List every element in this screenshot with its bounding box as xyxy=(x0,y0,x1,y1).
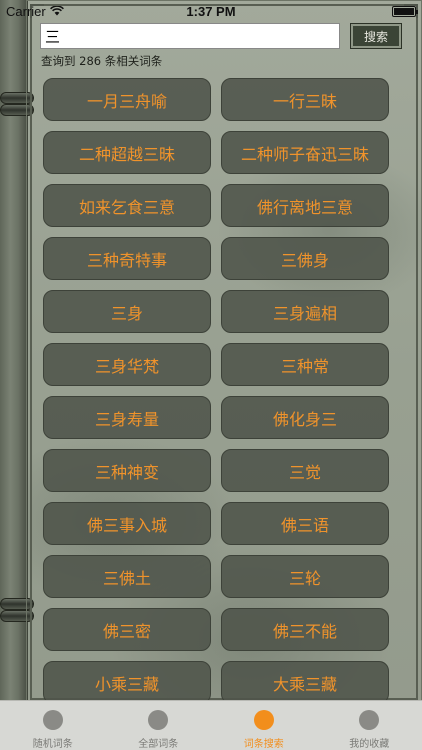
tab-bar: 随机词条 全部词条 词条搜索 我的收藏 xyxy=(0,700,422,750)
favorite-icon xyxy=(359,710,380,730)
binding-ring xyxy=(0,598,34,610)
tab-favorites[interactable]: 我的收藏 xyxy=(317,701,422,750)
term-item[interactable]: 三佛土 xyxy=(43,555,211,598)
term-item[interactable]: 二种超越三昧 xyxy=(43,131,211,174)
term-item[interactable]: 一月三舟喻 xyxy=(43,78,211,121)
binding-ring xyxy=(0,92,34,104)
term-item[interactable]: 三轮 xyxy=(221,555,389,598)
term-item[interactable]: 佛三不能 xyxy=(221,608,389,651)
term-item[interactable]: 三身 xyxy=(43,290,211,333)
battery-icon xyxy=(392,5,418,17)
term-item[interactable]: 佛三语 xyxy=(221,502,389,545)
term-item[interactable]: 三身华梵 xyxy=(43,343,211,386)
term-item[interactable]: 小乘三藏 xyxy=(43,661,211,704)
tab-label: 词条搜索 xyxy=(243,739,284,750)
term-item[interactable]: 大乘三藏 xyxy=(221,661,389,704)
search-button[interactable]: 搜索 xyxy=(350,23,402,49)
tab-label: 随机词条 xyxy=(32,739,73,750)
term-item[interactable]: 三种神变 xyxy=(43,449,211,492)
term-item[interactable]: 如来乞食三意 xyxy=(43,184,211,227)
tab-label: 我的收藏 xyxy=(349,739,390,750)
search-input[interactable] xyxy=(40,23,340,49)
tab-random[interactable]: 随机词条 xyxy=(0,701,106,750)
random-icon xyxy=(42,710,63,730)
list-icon xyxy=(148,710,169,730)
binding-ring xyxy=(0,104,34,116)
tab-label: 全部词条 xyxy=(138,739,179,750)
term-item[interactable]: 三佛身 xyxy=(221,237,389,280)
term-item[interactable]: 佛三密 xyxy=(43,608,211,651)
term-item[interactable]: 一行三昧 xyxy=(221,78,389,121)
term-item[interactable]: 三种奇特事 xyxy=(43,237,211,280)
term-item[interactable]: 三觉 xyxy=(221,449,389,492)
carrier-label: Carrier xyxy=(6,3,46,19)
term-item[interactable]: 佛行离地三意 xyxy=(221,184,389,227)
tab-search[interactable]: 词条搜索 xyxy=(211,701,317,750)
result-count: 查询到 286 条相关词条 xyxy=(41,54,163,68)
status-bar: Carrier 1:37 PM xyxy=(0,0,422,22)
tab-all[interactable]: 全部词条 xyxy=(106,701,212,750)
binding-ring xyxy=(0,610,34,622)
term-item[interactable]: 二种师子奋迅三昧 xyxy=(221,131,389,174)
term-item[interactable]: 佛化身三 xyxy=(221,396,389,439)
wifi-icon xyxy=(49,6,64,16)
search-icon xyxy=(253,710,274,730)
term-item[interactable]: 佛三事入城 xyxy=(43,502,211,545)
term-item[interactable]: 三种常 xyxy=(221,343,389,386)
term-item[interactable]: 三身遍相 xyxy=(221,290,389,333)
term-grid: 一月三舟喻 一行三昧 二种超越三昧 二种师子奋迅三昧 如来乞食三意 佛行离地三意… xyxy=(43,78,389,704)
term-item[interactable]: 三身寿量 xyxy=(43,396,211,439)
